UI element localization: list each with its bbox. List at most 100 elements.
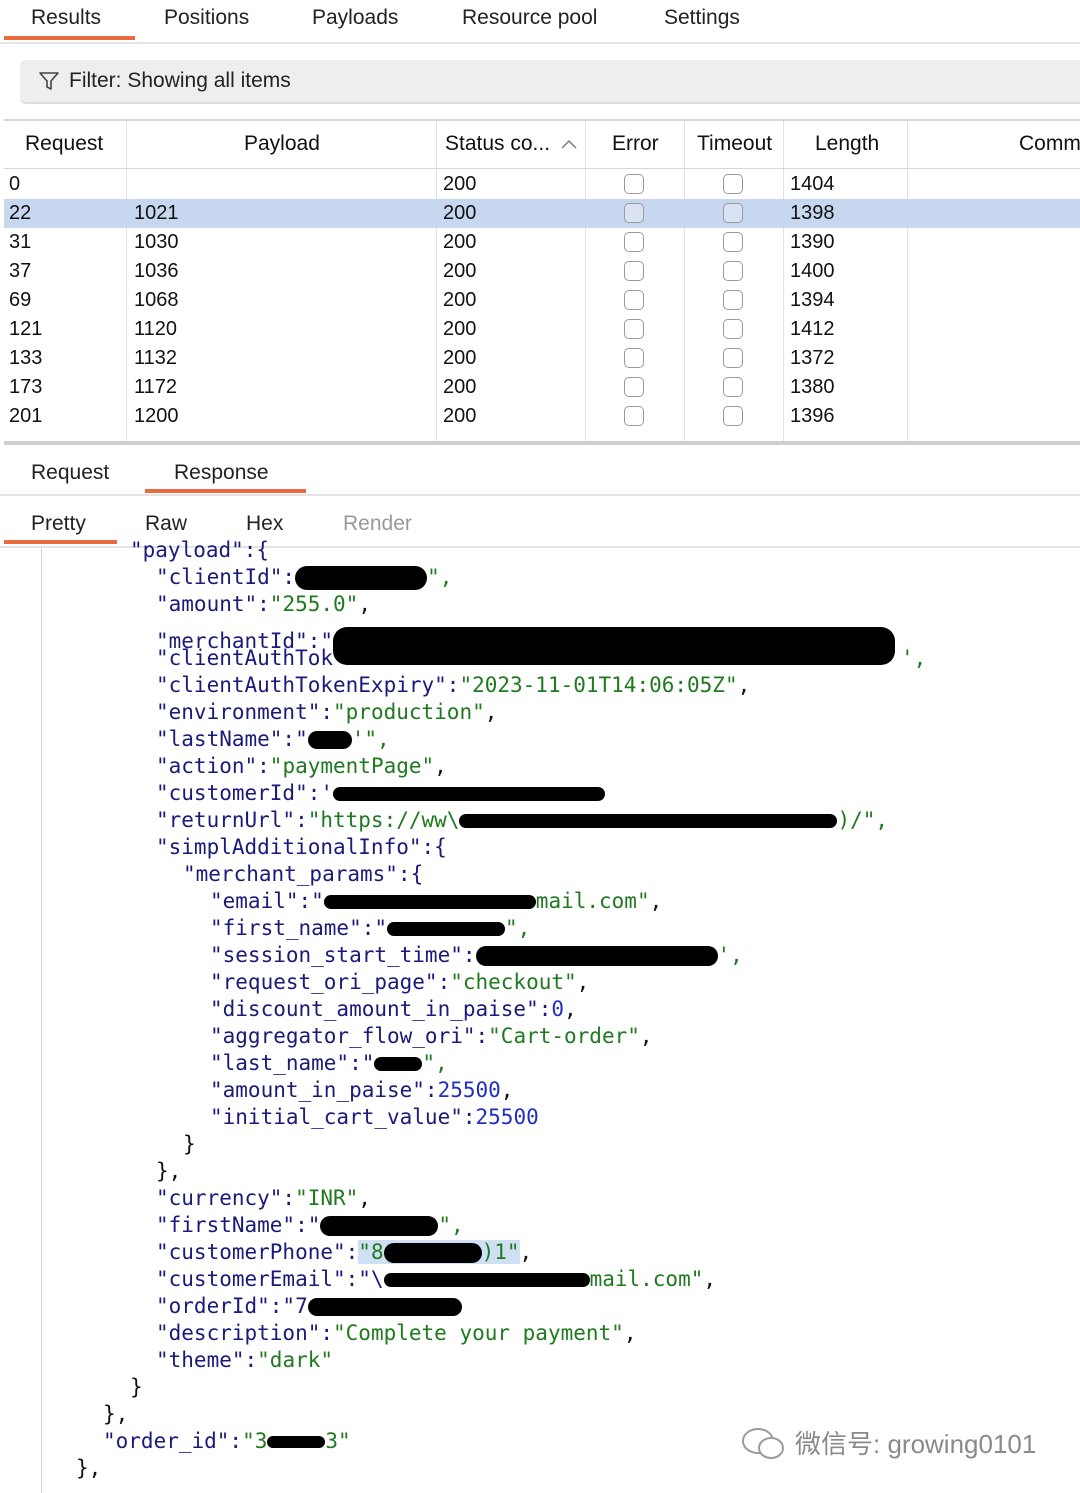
code-line: "merchant_params":{ bbox=[183, 862, 424, 886]
code-line: "lastName":" '", bbox=[156, 727, 390, 751]
redacted-value bbox=[475, 946, 718, 966]
cell-status: 200 bbox=[443, 202, 477, 224]
cell-payload: 1120 bbox=[134, 318, 178, 340]
code-line: "request_ori_page":"checkout", bbox=[210, 970, 590, 994]
code-line: "order_id":"3 3" bbox=[103, 1429, 351, 1453]
timeout-checkbox bbox=[723, 319, 743, 339]
redacted-value bbox=[307, 1298, 462, 1316]
tab-payloads[interactable]: Payloads bbox=[312, 6, 398, 30]
cell-status: 200 bbox=[443, 231, 477, 253]
code-line: "theme":"dark" bbox=[156, 1348, 334, 1372]
code-line: }, bbox=[103, 1402, 129, 1426]
code-line: "action":"paymentPage", bbox=[156, 754, 447, 778]
cell-request: 133 bbox=[9, 347, 43, 369]
tab-results[interactable]: Results bbox=[31, 6, 101, 30]
table-row[interactable]: 133 1132 200 1372 bbox=[4, 344, 1080, 373]
code-line: }, bbox=[156, 1159, 182, 1183]
error-checkbox bbox=[624, 319, 644, 339]
redacted-value bbox=[374, 1057, 423, 1071]
cell-payload: 1172 bbox=[134, 376, 178, 398]
tab-hex[interactable]: Hex bbox=[246, 512, 283, 536]
cell-length: 1398 bbox=[790, 202, 835, 224]
table-row[interactable]: 173 1172 200 1380 bbox=[4, 373, 1080, 402]
top-tab-bar: Results Positions Payloads Resource pool… bbox=[0, 0, 1080, 44]
code-line: "session_start_time": ', bbox=[210, 943, 743, 967]
column-status-code[interactable]: Status co... bbox=[445, 132, 550, 156]
code-line: "environment":"production", bbox=[156, 700, 498, 724]
table-row[interactable]: 121 1120 200 1412 bbox=[4, 315, 1080, 344]
code-line: "description":"Complete your payment", bbox=[156, 1321, 637, 1345]
error-checkbox bbox=[624, 232, 644, 252]
code-line: "clientAuthTokenExpiry":"2023-11-01T14:0… bbox=[156, 673, 751, 697]
cell-request: 31 bbox=[9, 231, 32, 253]
column-request[interactable]: Request bbox=[25, 132, 103, 156]
pane-divider[interactable] bbox=[4, 441, 1080, 445]
column-payload[interactable]: Payload bbox=[244, 132, 320, 156]
tab-response[interactable]: Response bbox=[174, 461, 269, 485]
redacted-value bbox=[333, 787, 606, 801]
table-header-border bbox=[4, 168, 1080, 169]
cell-status: 200 bbox=[443, 173, 477, 195]
tab-resource-pool[interactable]: Resource pool bbox=[462, 6, 597, 30]
table-row[interactable]: 201 1200 200 1396 bbox=[4, 402, 1080, 431]
timeout-checkbox bbox=[723, 203, 743, 223]
column-error[interactable]: Error bbox=[612, 132, 659, 156]
wechat-icon bbox=[742, 1428, 784, 1459]
table-row[interactable]: 37 1036 200 1400 bbox=[4, 257, 1080, 286]
cell-request: 22 bbox=[9, 202, 32, 224]
response-body-editor[interactable]: "payload":{ "clientId": ", "amount":"255.… bbox=[0, 538, 1080, 1493]
column-length[interactable]: Length bbox=[815, 132, 879, 156]
cell-length: 1396 bbox=[790, 405, 835, 427]
cell-status: 200 bbox=[443, 405, 477, 427]
timeout-checkbox bbox=[723, 232, 743, 252]
code-line: } bbox=[130, 1375, 143, 1399]
redacted-value bbox=[320, 1216, 439, 1236]
code-line: "returnUrl":"https://ww\)/", bbox=[156, 808, 889, 832]
partial-row bbox=[4, 434, 1080, 441]
cell-status: 200 bbox=[443, 289, 477, 311]
code-line: "payload":{ bbox=[130, 538, 270, 562]
cell-payload: 1200 bbox=[134, 405, 179, 427]
code-line: "firstName":" ", bbox=[156, 1213, 464, 1237]
error-checkbox bbox=[624, 377, 644, 397]
cell-request: 201 bbox=[9, 405, 43, 427]
column-comment[interactable]: Comm bbox=[1019, 132, 1080, 156]
error-checkbox bbox=[624, 261, 644, 281]
timeout-checkbox bbox=[723, 290, 743, 310]
timeout-checkbox bbox=[723, 174, 743, 194]
cell-request: 121 bbox=[9, 318, 43, 340]
code-line: } bbox=[183, 1132, 196, 1156]
table-row[interactable]: 31 1030 200 1390 bbox=[4, 228, 1080, 257]
filter-bar[interactable]: Filter: Showing all items bbox=[20, 60, 1080, 104]
tab-pretty[interactable]: Pretty bbox=[31, 512, 86, 536]
code-line: "last_name":" ", bbox=[210, 1051, 448, 1075]
cell-length: 1400 bbox=[790, 260, 835, 282]
redacted-value bbox=[459, 814, 838, 828]
table-row[interactable]: 22 1021 200 1398 bbox=[4, 199, 1080, 228]
code-line: "customerEmail":"\ mail.com", bbox=[156, 1267, 717, 1291]
tab-positions[interactable]: Positions bbox=[164, 6, 249, 30]
cell-status: 200 bbox=[443, 260, 477, 282]
code-line: "amount_in_paise":25500, bbox=[210, 1078, 514, 1102]
cell-payload: 1030 bbox=[134, 231, 179, 253]
sort-ascending-icon[interactable] bbox=[560, 138, 578, 150]
cell-length: 1404 bbox=[790, 173, 835, 195]
redacted-value bbox=[383, 1243, 482, 1263]
cell-payload: 1036 bbox=[134, 260, 179, 282]
table-row[interactable]: 69 1068 200 1394 bbox=[4, 286, 1080, 315]
tab-raw[interactable]: Raw bbox=[145, 512, 187, 536]
cell-request: 173 bbox=[9, 376, 43, 398]
code-line: "currency":"INR", bbox=[156, 1186, 371, 1210]
cell-request: 0 bbox=[9, 173, 21, 195]
cell-length: 1380 bbox=[790, 376, 835, 398]
code-line: "email":" mail.com", bbox=[210, 889, 663, 913]
table-row[interactable]: 0 200 1404 bbox=[4, 170, 1080, 199]
code-line: "simplAdditionalInfo":{ bbox=[156, 835, 447, 859]
code-line: "aggregator_flow_ori":"Cart-order", bbox=[210, 1024, 653, 1048]
cell-status: 200 bbox=[443, 347, 477, 369]
tab-settings[interactable]: Settings bbox=[664, 6, 740, 30]
tab-render[interactable]: Render bbox=[343, 512, 412, 536]
column-timeout[interactable]: Timeout bbox=[697, 132, 772, 156]
tab-request[interactable]: Request bbox=[31, 461, 109, 485]
error-checkbox bbox=[624, 290, 644, 310]
